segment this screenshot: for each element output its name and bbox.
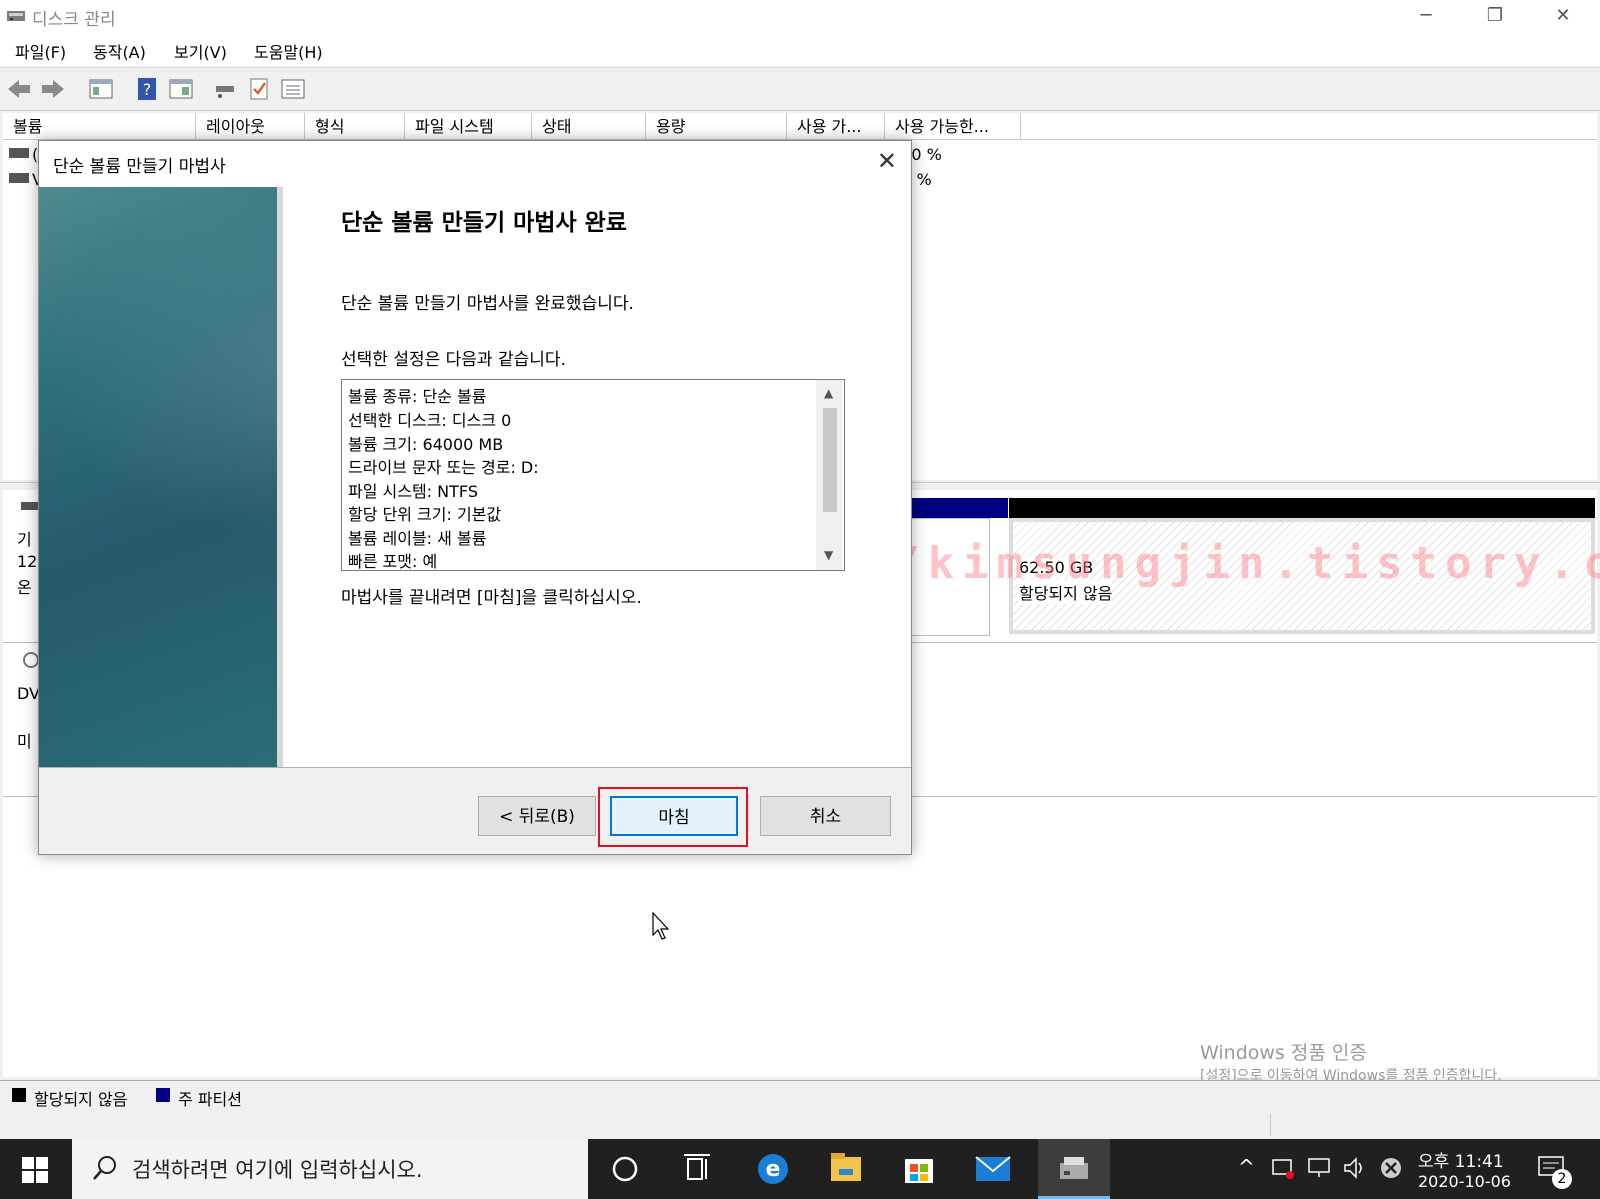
column-type[interactable]: 형식 — [305, 113, 405, 139]
column-layout[interactable]: 레이아웃 — [196, 113, 305, 139]
file-explorer-icon[interactable] — [815, 1139, 877, 1199]
windows-start-icon[interactable] — [22, 1157, 48, 1183]
clock-date[interactable]: 2020-10-06 — [1418, 1172, 1511, 1191]
menu-file[interactable]: 파일(F) — [15, 39, 66, 63]
banner-edge — [277, 187, 283, 767]
summary-line: 드라이브 문자 또는 경로: D: — [348, 458, 539, 477]
summary-line: 볼륨 레이블: 새 볼륨 — [348, 529, 487, 548]
summary-line: 선택한 디스크: 디스크 0 — [348, 411, 512, 430]
summary-line: 파일 시스템: NTFS — [348, 482, 478, 501]
title-bar: 디스크 관리 ─ ❐ ✕ — [0, 0, 1600, 34]
primary-swatch — [156, 1088, 170, 1102]
store-icon[interactable] — [888, 1139, 950, 1199]
window-title: 디스크 관리 — [32, 10, 116, 30]
connect-icon[interactable] — [212, 76, 238, 102]
mail-icon[interactable] — [962, 1139, 1024, 1199]
column-free-space[interactable]: 사용 가... — [787, 113, 885, 139]
volume-icon[interactable] — [1342, 1155, 1368, 1181]
show-hidden-icons-icon[interactable]: ^ — [1238, 1155, 1255, 1179]
error-status-icon[interactable] — [1378, 1155, 1404, 1181]
settings-summary-box[interactable]: 볼륨 종류: 단순 볼륨 선택한 디스크: 디스크 0 볼륨 크기: 64000… — [341, 379, 845, 571]
summary-line: 볼륨 종류: 단순 볼륨 — [348, 387, 487, 406]
dialog-close-icon[interactable]: ✕ — [877, 147, 897, 175]
menu-view[interactable]: 보기(V) — [174, 39, 227, 63]
back-arrow-icon[interactable] — [6, 76, 32, 102]
disk-icon — [21, 502, 39, 510]
taskbar: 검색하려면 여기에 입력하십시오. e ^ 오후 11:41 2020-10-0… — [0, 1139, 1600, 1199]
unallocated-bar — [1009, 498, 1595, 518]
menu-bar: 파일(F) 동작(A) 보기(V) 도움말(H) — [0, 34, 1600, 66]
clock-time[interactable]: 오후 11:41 — [1418, 1147, 1504, 1172]
column-status[interactable]: 상태 — [532, 113, 646, 139]
restore-button[interactable]: ❐ — [1462, 0, 1528, 34]
unallocated-swatch — [12, 1088, 26, 1102]
menu-action[interactable]: 동작(A) — [93, 39, 146, 63]
edge-browser-icon[interactable]: e — [742, 1139, 804, 1199]
dialog-title: 단순 볼륨 만들기 마법사 — [53, 157, 226, 177]
properties-icon[interactable] — [280, 76, 306, 102]
legend-unallocated: 할당되지 않음 — [34, 1090, 128, 1109]
minimize-button[interactable]: ─ — [1393, 0, 1459, 34]
column-capacity[interactable]: 용량 — [646, 113, 787, 139]
summary-line: 빠른 포맷: 예 — [348, 552, 438, 571]
cancel-button[interactable]: 취소 — [760, 796, 891, 836]
wizard-dialog: 단순 볼륨 만들기 마법사 ✕ 단순 볼륨 만들기 마법사 완료 단순 볼륨 만… — [38, 140, 912, 855]
cortana-icon[interactable] — [594, 1139, 656, 1199]
svg-text:e: e — [766, 1157, 781, 1182]
action-pane-icon[interactable] — [168, 76, 194, 102]
wizard-heading: 단순 볼륨 만들기 마법사 완료 — [341, 210, 627, 236]
search-placeholder: 검색하려면 여기에 입력하십시오. — [132, 1158, 423, 1182]
wizard-banner-image — [39, 187, 277, 767]
taskbar-search-box[interactable]: 검색하려면 여기에 입력하십시오. — [72, 1139, 588, 1199]
legend-bar: 할당되지 않음 주 파티션 — [0, 1080, 1600, 1111]
help-icon[interactable]: ? — [134, 76, 160, 102]
finish-highlight-box — [598, 787, 748, 847]
disk-management-icon — [7, 11, 25, 21]
cd-type-label: DV — [17, 684, 40, 703]
console-tree-icon[interactable] — [88, 76, 114, 102]
active-app-tile[interactable] — [1038, 1139, 1110, 1199]
volume-drive-icon — [9, 148, 29, 158]
sync-icon[interactable] — [1270, 1155, 1296, 1181]
settings-label: 선택한 설정은 다음과 같습니다. — [341, 350, 566, 370]
summary-line: 볼륨 크기: 64000 MB — [348, 435, 504, 454]
notification-count-badge: 2 — [1552, 1169, 1572, 1189]
scroll-down-icon[interactable]: ▼ — [824, 548, 833, 562]
summary-scrollbar[interactable]: ▲ ▼ — [816, 380, 842, 570]
svg-text:?: ? — [143, 80, 152, 99]
close-button[interactable]: ✕ — [1530, 0, 1596, 34]
forward-arrow-icon[interactable] — [40, 76, 66, 102]
volume-list-header: 볼륨 레이아웃 형식 파일 시스템 상태 용량 사용 가... 사용 가능한..… — [3, 113, 1597, 140]
completed-text: 단순 볼륨 만들기 마법사를 완료했습니다. — [341, 294, 634, 314]
cd-status-label: 미 — [17, 732, 32, 751]
column-volume[interactable]: 볼륨 — [3, 113, 196, 139]
column-file-system[interactable]: 파일 시스템 — [405, 113, 532, 139]
scroll-up-icon[interactable]: ▲ — [824, 386, 833, 400]
finish-instruction: 마법사를 끝내려면 [마침]을 클릭하십시오. — [341, 588, 642, 608]
status-divider — [1270, 1114, 1271, 1136]
status-bar — [0, 1110, 1600, 1140]
legend-primary: 주 파티션 — [178, 1090, 242, 1109]
back-button[interactable]: < 뒤로(B) — [478, 796, 596, 836]
menu-help[interactable]: 도움말(H) — [254, 39, 323, 63]
activation-title: Windows 정품 인증 — [1200, 1042, 1367, 1064]
cd-drive-icon — [23, 652, 39, 668]
search-icon — [93, 1156, 116, 1180]
network-icon[interactable] — [1306, 1155, 1332, 1181]
task-view-icon[interactable] — [666, 1139, 728, 1199]
volume-drive-icon — [9, 173, 29, 183]
checklist-icon[interactable] — [246, 76, 272, 102]
scroll-thumb[interactable] — [823, 408, 837, 512]
column-percent-free[interactable]: 사용 가능한... — [885, 113, 1021, 139]
toolbar: ? — [0, 67, 1600, 111]
mouse-cursor-icon — [652, 912, 670, 940]
summary-line: 할당 단위 크기: 기본값 — [348, 505, 502, 524]
disk-management-app-icon — [1060, 1157, 1088, 1179]
